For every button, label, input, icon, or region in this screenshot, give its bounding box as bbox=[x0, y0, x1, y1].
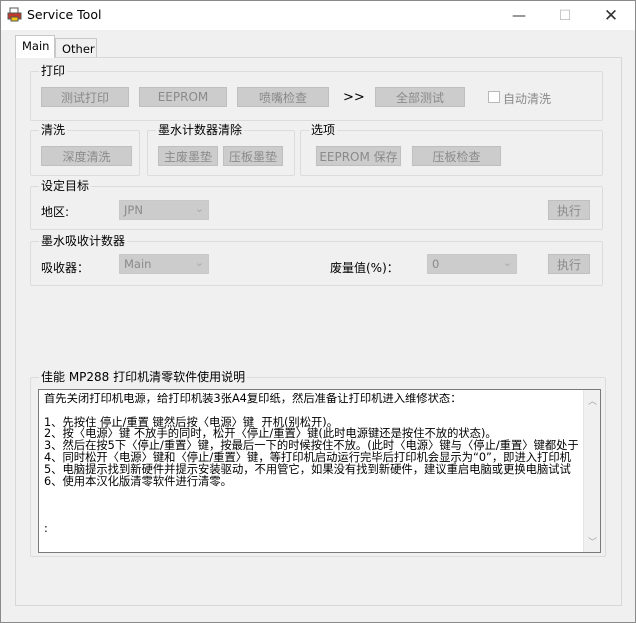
manual-textarea[interactable]: 首先关闭打印机电源，给打印机装3张A4复印纸，然后准备让打印机进入维修状态： 1… bbox=[38, 389, 601, 553]
auto-clean-checkbox[interactable] bbox=[488, 91, 500, 103]
service-tool-window: Service Tool — ☐ ✕ Main Other 打印 测试打印 EE… bbox=[0, 0, 636, 623]
waste-select[interactable]: 0 ⌄ bbox=[427, 254, 517, 274]
waste-select-value: 0 bbox=[432, 257, 440, 271]
manual-line bbox=[44, 499, 578, 511]
eeprom-save-button[interactable]: EEPROM 保存 bbox=[316, 146, 401, 166]
waste-label: 废量值(%)： bbox=[330, 261, 399, 275]
absorber-group-title: 墨水吸收计数器 bbox=[39, 234, 128, 248]
absorber-select-value: Main bbox=[124, 257, 152, 271]
region-select[interactable]: JPN ⌄ bbox=[119, 200, 209, 220]
chevron-down-icon: ⌄ bbox=[194, 202, 204, 215]
absorber-execute-button[interactable]: 执行 bbox=[548, 254, 590, 274]
manual-line bbox=[44, 511, 578, 523]
tab-other[interactable]: Other bbox=[55, 38, 97, 58]
test-print-button[interactable]: 测试打印 bbox=[41, 87, 129, 107]
target-group: 设定目标 bbox=[30, 179, 603, 230]
manual-group-title: 佳能 MP288 打印机清零软件使用说明 bbox=[39, 370, 248, 384]
close-button[interactable]: ✕ bbox=[588, 1, 634, 30]
absorber-select[interactable]: Main ⌄ bbox=[119, 254, 209, 274]
nozzle-check-button[interactable]: 喷嘴检查 bbox=[237, 87, 329, 107]
main-pad-button[interactable]: 主废墨垫 bbox=[158, 146, 218, 166]
auto-clean-label: 自动清洗 bbox=[503, 92, 552, 106]
maximize-button[interactable]: ☐ bbox=[542, 1, 588, 30]
region-label: 地区: bbox=[41, 205, 70, 219]
ink-counter-group-title: 墨水计数器清除 bbox=[156, 123, 245, 137]
manual-text: 首先关闭打印机电源，给打印机装3张A4复印纸，然后准备让打印机进入维修状态： 1… bbox=[44, 393, 578, 550]
manual-line: 4、同时松开〈电源〉键和〈停止/重置〉键，等打印机启动运行完毕后打印机会显示为“… bbox=[44, 450, 571, 464]
platen-pad-button[interactable]: 压板墨垫 bbox=[223, 146, 283, 166]
vertical-scrollbar[interactable]: ︿ ﹀ bbox=[583, 390, 600, 552]
clean-group-title: 清洗 bbox=[39, 123, 68, 137]
printer-app-icon bbox=[7, 7, 22, 22]
arrow-label: >> bbox=[343, 90, 365, 105]
target-group-title: 设定目标 bbox=[39, 179, 92, 193]
scroll-up-icon[interactable]: ︿ bbox=[584, 392, 600, 409]
options-group-title: 选项 bbox=[309, 123, 338, 137]
region-select-value: JPN bbox=[124, 203, 143, 217]
absorber-label: 吸收器： bbox=[41, 261, 90, 275]
manual-line: 5、电脑提示找到新硬件并提示安装驱动，不用管它，如果没有找到新硬件，建议重启电脑… bbox=[44, 462, 571, 476]
manual-line: : bbox=[44, 521, 48, 535]
tab-main[interactable]: Main bbox=[15, 35, 55, 58]
manual-line: 首先关闭打印机电源，给打印机装3张A4复印纸，然后准备让打印机进入维修状态： bbox=[44, 393, 462, 405]
target-execute-button[interactable]: 执行 bbox=[548, 200, 590, 220]
eeprom-button[interactable]: EEPROM bbox=[139, 87, 227, 107]
absorber-group: 墨水吸收计数器 bbox=[30, 234, 603, 286]
chevron-down-icon: ⌄ bbox=[194, 256, 204, 269]
all-tests-button[interactable]: 全部测试 bbox=[375, 87, 465, 107]
manual-line bbox=[44, 487, 578, 499]
manual-line: 6、使用本汉化版清零软件进行清零。 bbox=[44, 474, 232, 488]
chevron-down-icon: ⌄ bbox=[502, 256, 512, 269]
scroll-down-icon[interactable]: ﹀ bbox=[584, 533, 600, 550]
manual-line bbox=[44, 405, 578, 417]
deep-clean-button[interactable]: 深度清洗 bbox=[41, 146, 132, 166]
minimize-button[interactable]: — bbox=[496, 1, 542, 30]
title-bar[interactable]: Service Tool — ☐ ✕ bbox=[1, 1, 635, 30]
window-title: Service Tool bbox=[27, 7, 102, 22]
platen-check-button[interactable]: 压板检查 bbox=[412, 146, 501, 166]
print-group-title: 打印 bbox=[39, 64, 68, 78]
